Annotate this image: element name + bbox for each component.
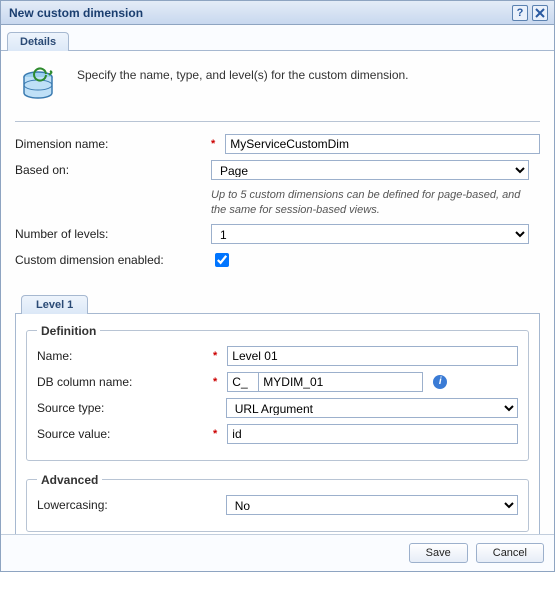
save-button[interactable]: Save <box>409 543 468 563</box>
row-source-type: Source type: URL Argument <box>37 398 518 418</box>
required-marker: * <box>213 376 217 388</box>
source-type-select[interactable]: URL Argument <box>226 398 518 418</box>
required-marker: * <box>213 428 217 440</box>
row-based-on: Based on: Page Up to 5 custom dimensions… <box>15 160 540 218</box>
row-db-column: DB column name: * i <box>37 372 518 392</box>
dimension-name-input[interactable] <box>225 134 540 154</box>
label-source-type: Source type: <box>37 398 213 415</box>
level-tabstrip: Level 1 <box>15 276 540 314</box>
intro-section: Specify the name, type, and level(s) for… <box>15 61 540 117</box>
row-enabled: Custom dimension enabled: <box>15 250 540 270</box>
label-db-column: DB column name: <box>37 372 213 389</box>
fieldset-definition: Definition Name: * DB column name: * <box>26 324 529 461</box>
row-dimension-name: Dimension name: * <box>15 134 540 154</box>
help-icon[interactable]: ? <box>512 5 528 21</box>
info-icon[interactable]: i <box>433 375 447 389</box>
new-custom-dimension-dialog: New custom dimension ? Details Specify t… <box>0 0 555 572</box>
tab-level-1[interactable]: Level 1 <box>21 295 88 314</box>
label-enabled: Custom dimension enabled: <box>15 250 211 267</box>
db-prefix-input <box>228 373 258 391</box>
intro-text: Specify the name, type, and level(s) for… <box>77 65 538 107</box>
dialog-content: Specify the name, type, and level(s) for… <box>1 51 554 607</box>
level-name-input[interactable] <box>227 346 518 366</box>
num-levels-select[interactable]: 1 <box>211 224 529 244</box>
fieldset-advanced: Advanced Lowercasing: No <box>26 473 529 532</box>
dialog-titlebar: New custom dimension ? <box>1 1 554 25</box>
tab-details[interactable]: Details <box>7 32 69 51</box>
legend-definition: Definition <box>37 324 100 338</box>
based-on-hint: Up to 5 custom dimensions can be defined… <box>211 188 529 218</box>
required-marker: * <box>211 138 215 150</box>
row-source-value: Source value: * <box>37 424 518 444</box>
close-icon[interactable] <box>532 5 548 21</box>
based-on-select[interactable]: Page <box>211 160 529 180</box>
label-dimension-name: Dimension name: <box>15 134 211 151</box>
titlebar-controls: ? <box>512 5 548 21</box>
dialog-title: New custom dimension <box>9 6 512 20</box>
label-lowercasing: Lowercasing: <box>37 495 213 512</box>
row-num-levels: Number of levels: 1 <box>15 224 540 244</box>
dialog-footer: Save Cancel <box>1 534 554 571</box>
label-source-value: Source value: <box>37 424 213 441</box>
enabled-checkbox[interactable] <box>215 253 229 267</box>
main-tabstrip: Details <box>1 25 554 51</box>
level-panel: Definition Name: * DB column name: * <box>15 314 540 559</box>
row-level-name: Name: * <box>37 346 518 366</box>
source-value-input[interactable] <box>227 424 518 444</box>
required-marker: * <box>213 350 217 362</box>
label-based-on: Based on: <box>15 160 211 177</box>
database-icon <box>17 65 59 107</box>
label-level-name: Name: <box>37 346 213 363</box>
label-num-levels: Number of levels: <box>15 224 211 241</box>
cancel-button[interactable]: Cancel <box>476 543 544 563</box>
legend-advanced: Advanced <box>37 473 102 487</box>
row-lowercasing: Lowercasing: No <box>37 495 518 515</box>
separator <box>15 121 540 122</box>
db-column-group <box>227 372 423 392</box>
lowercasing-select[interactable]: No <box>226 495 518 515</box>
db-suffix-input[interactable] <box>258 373 422 391</box>
